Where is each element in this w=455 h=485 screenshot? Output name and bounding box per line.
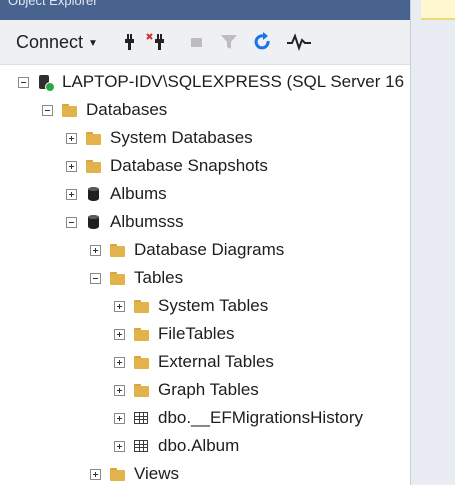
title-text: Object Explorer bbox=[8, 0, 98, 8]
tree-node-server[interactable]: LAPTOP-IDV\SQLEXPRESS (SQL Server 16 bbox=[18, 68, 404, 96]
expand-icon[interactable] bbox=[114, 412, 125, 424]
graph-tables-label: Graph Tables bbox=[158, 380, 259, 399]
collapse-icon[interactable] bbox=[90, 272, 101, 284]
tree-node-albums[interactable]: Albums bbox=[66, 180, 167, 208]
object-explorer-toolbar: Connect ▼ bbox=[0, 20, 410, 65]
disconnect-icon[interactable] bbox=[145, 30, 169, 54]
expand-icon[interactable] bbox=[66, 188, 77, 200]
refresh-icon[interactable] bbox=[251, 30, 275, 54]
expand-icon[interactable] bbox=[90, 468, 101, 480]
server-label: LAPTOP-IDV\SQLEXPRESS (SQL Server 16 bbox=[62, 72, 405, 91]
connect-label: Connect bbox=[16, 31, 84, 52]
tree-node-system-databases[interactable]: System Databases bbox=[66, 124, 253, 152]
chevron-down-icon: ▼ bbox=[88, 37, 98, 49]
collapse-icon[interactable] bbox=[42, 104, 53, 116]
dbo-album-label: dbo.Album bbox=[158, 436, 240, 455]
folder-icon bbox=[133, 298, 151, 314]
connect-button[interactable]: Connect ▼ bbox=[16, 30, 98, 54]
expand-icon[interactable] bbox=[66, 160, 77, 172]
system-tables-label: System Tables bbox=[158, 296, 269, 315]
views-label: Views bbox=[134, 464, 180, 483]
expand-icon[interactable] bbox=[114, 300, 125, 312]
folder-icon bbox=[61, 102, 79, 118]
tree-node-ef-migrations-history[interactable]: dbo.__EFMigrationsHistory bbox=[114, 404, 363, 432]
stop-icon[interactable] bbox=[185, 30, 209, 54]
tree-node-database-snapshots[interactable]: Database Snapshots bbox=[66, 152, 268, 180]
activity-monitor-icon[interactable] bbox=[287, 30, 311, 54]
expand-icon[interactable] bbox=[90, 244, 101, 256]
folder-icon bbox=[85, 130, 103, 146]
folder-icon bbox=[133, 354, 151, 370]
tree-node-tables[interactable]: Tables bbox=[90, 264, 183, 292]
albums-label: Albums bbox=[110, 184, 167, 203]
tab-underline bbox=[421, 18, 455, 20]
folder-icon bbox=[133, 382, 151, 398]
folder-icon bbox=[109, 270, 127, 286]
tree-node-albumsss[interactable]: Albumsss bbox=[66, 208, 184, 236]
folder-icon bbox=[133, 326, 151, 342]
filter-icon[interactable] bbox=[217, 30, 241, 54]
folder-icon bbox=[85, 158, 103, 174]
filetables-label: FileTables bbox=[158, 324, 235, 343]
tree-node-dbo-album[interactable]: dbo.Album bbox=[114, 432, 239, 460]
database-icon bbox=[85, 214, 103, 230]
expand-icon[interactable] bbox=[66, 132, 77, 144]
folder-icon bbox=[109, 466, 127, 482]
server-icon bbox=[37, 74, 55, 92]
tree-node-external-tables[interactable]: External Tables bbox=[114, 348, 274, 376]
expand-icon[interactable] bbox=[114, 384, 125, 396]
expand-icon[interactable] bbox=[114, 328, 125, 340]
tree-node-views[interactable]: Views bbox=[90, 460, 179, 485]
tree-node-database-diagrams[interactable]: Database Diagrams bbox=[90, 236, 284, 264]
database-icon bbox=[85, 186, 103, 202]
albumsss-label: Albumsss bbox=[110, 212, 184, 231]
table-icon bbox=[133, 410, 151, 426]
table-icon bbox=[133, 438, 151, 454]
database-snapshots-label: Database Snapshots bbox=[110, 156, 268, 175]
connect-icon[interactable] bbox=[117, 30, 141, 54]
databases-label: Databases bbox=[86, 100, 168, 119]
tree-node-databases[interactable]: Databases bbox=[42, 96, 167, 124]
object-explorer-panel: Object Explorer Connect ▼ LAPTOP-IDV\SQL… bbox=[0, 0, 410, 485]
object-explorer-title-bar: Object Explorer bbox=[0, 0, 410, 20]
object-explorer-tree: LAPTOP-IDV\SQLEXPRESS (SQL Server 16 Dat… bbox=[0, 64, 410, 485]
tree-node-filetables[interactable]: FileTables bbox=[114, 320, 235, 348]
ef-migrations-history-label: dbo.__EFMigrationsHistory bbox=[158, 408, 364, 427]
tree-node-graph-tables[interactable]: Graph Tables bbox=[114, 376, 259, 404]
expand-icon[interactable] bbox=[114, 440, 125, 452]
tree-node-system-tables[interactable]: System Tables bbox=[114, 292, 268, 320]
right-editor-pane bbox=[410, 0, 455, 485]
tables-label: Tables bbox=[134, 268, 184, 287]
expand-icon[interactable] bbox=[114, 356, 125, 368]
external-tables-label: External Tables bbox=[158, 352, 274, 371]
database-diagrams-label: Database Diagrams bbox=[134, 240, 285, 259]
tab-highlight bbox=[421, 0, 455, 18]
collapse-icon[interactable] bbox=[66, 216, 77, 228]
folder-icon bbox=[109, 242, 127, 258]
system-databases-label: System Databases bbox=[110, 128, 253, 147]
collapse-icon[interactable] bbox=[18, 76, 29, 88]
